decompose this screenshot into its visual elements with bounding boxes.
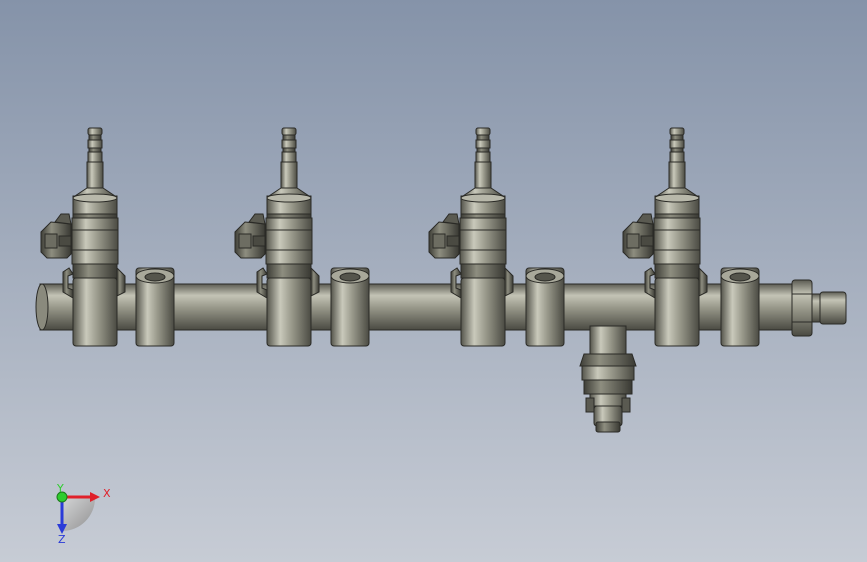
mounting-boss bbox=[135, 267, 175, 347]
triad-z-label: Z bbox=[58, 533, 66, 546]
triad-x-label: X bbox=[103, 487, 111, 500]
graphics-viewport[interactable]: X Y Z bbox=[0, 0, 867, 562]
mounting-boss bbox=[720, 267, 760, 347]
rail-end-cap bbox=[35, 283, 49, 331]
mounting-boss bbox=[330, 267, 370, 347]
mounting-boss bbox=[525, 267, 565, 347]
triad-y-label: Y bbox=[56, 482, 64, 495]
